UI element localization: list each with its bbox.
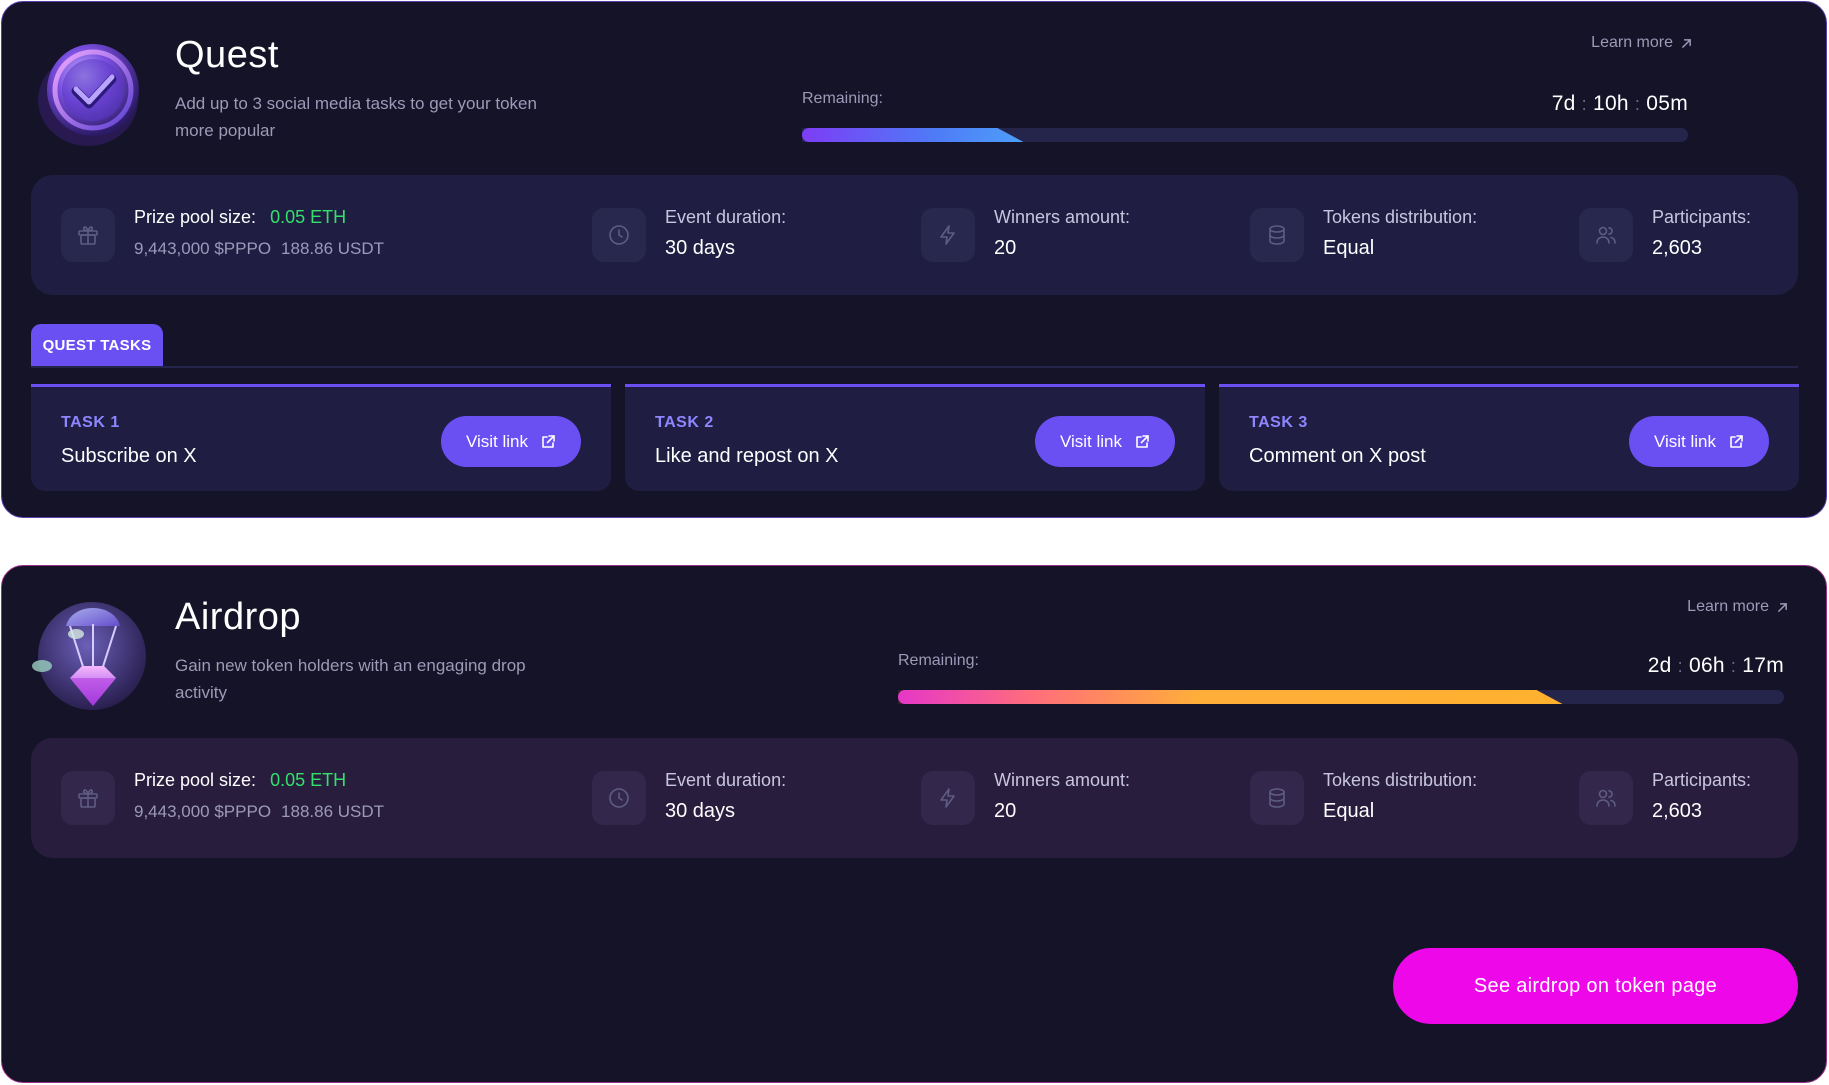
- prize-label: Prize pool size:: [134, 207, 257, 227]
- task-label: TASK 2: [655, 414, 714, 431]
- learn-more-link[interactable]: Learn more: [1591, 34, 1692, 52]
- arrow-up-right-icon: [1778, 602, 1787, 612]
- task-label: TASK 3: [1249, 414, 1308, 431]
- task-card: TASK 1 Subscribe on X Visit link: [31, 384, 611, 491]
- progress-track: [802, 128, 1688, 142]
- stat-prize-pool: Prize pool size: 0.05 ETH 9,443,000 $PPPO…: [61, 768, 384, 825]
- timer-minutes: 17m: [1742, 654, 1784, 677]
- parachute-gem-icon: [32, 602, 146, 710]
- progress-fill: [802, 128, 1024, 142]
- progress-fill: [898, 690, 1563, 704]
- gift-icon: [61, 208, 115, 262]
- learn-more-label: Learn more: [1687, 598, 1769, 615]
- stat-winners: Winners amount: 20: [921, 205, 1130, 262]
- duration-value: 30 days: [665, 237, 736, 259]
- timer-days: 2d: [1647, 654, 1672, 677]
- stats-panel: Prize pool size: 0.05 ETH 9,443,000 $PPPO…: [31, 738, 1798, 858]
- tab-quest-tasks[interactable]: QUEST TASKS: [31, 324, 163, 366]
- prize-eth: 0.05 ETH: [270, 770, 347, 790]
- winners-value: 20: [994, 237, 1017, 259]
- timer-hours: 06h: [1688, 654, 1725, 677]
- visit-link-button[interactable]: Visit link: [441, 416, 581, 467]
- card-title: Airdrop: [175, 596, 301, 638]
- visit-link-label: Visit link: [465, 431, 529, 451]
- stat-duration: Event duration: 30 days: [592, 768, 786, 825]
- prize-usdt: 188.86 USDT: [281, 239, 385, 258]
- database-icon: [1250, 208, 1304, 262]
- check-badge-icon: [38, 44, 139, 146]
- prize-usdt: 188.86 USDT: [281, 802, 385, 821]
- winners-value: 20: [994, 800, 1017, 822]
- timer-hours: 10h: [1592, 92, 1629, 115]
- users-icon: [1579, 208, 1633, 262]
- gift-icon: [61, 771, 115, 825]
- task-card: TASK 2 Like and repost on X Visit link: [625, 384, 1205, 491]
- winners-label: Winners amount:: [994, 207, 1131, 227]
- duration-label: Event duration:: [665, 207, 787, 227]
- visit-link-label: Visit link: [1653, 431, 1717, 451]
- stat-duration: Event duration: 30 days: [592, 205, 786, 262]
- stat-prize-pool: Prize pool size: 0.05 ETH 9,443,000 $PPPO…: [61, 205, 384, 262]
- users-icon: [1579, 771, 1633, 825]
- winners-label: Winners amount:: [994, 770, 1131, 790]
- external-link-icon: [1730, 434, 1743, 448]
- stat-participants: Participants: 2,603: [1579, 768, 1751, 825]
- lightning-icon: [921, 208, 975, 262]
- timer-minutes: 05m: [1646, 92, 1688, 115]
- clock-icon: [592, 208, 646, 262]
- stat-participants: Participants: 2,603: [1579, 205, 1751, 262]
- visit-link-button[interactable]: Visit link: [1035, 416, 1175, 467]
- card-subtitle: Gain new token holders with an engaging …: [175, 656, 526, 702]
- duration-value: 30 days: [665, 800, 736, 822]
- duration-label: Event duration:: [665, 770, 787, 790]
- stats-panel: Prize pool size: 0.05 ETH 9,443,000 $PPPO…: [31, 175, 1798, 295]
- prize-token: 9,443,000 $PPPO: [134, 802, 272, 821]
- task-text: Like and repost on X: [655, 445, 839, 467]
- arrow-up-right-icon: [1682, 38, 1691, 48]
- external-link-icon: [1136, 434, 1149, 448]
- see-airdrop-button[interactable]: See airdrop on token page: [1393, 948, 1798, 1024]
- prize-label: Prize pool size:: [134, 770, 257, 790]
- stat-distribution: Tokens distribution: Equal: [1250, 205, 1477, 262]
- prize-eth: 0.05 ETH: [270, 207, 347, 227]
- remaining-section: Remaining: 2d:06h:17m: [898, 652, 1784, 704]
- database-icon: [1250, 771, 1304, 825]
- visit-link-button[interactable]: Visit link: [1629, 416, 1769, 467]
- task-text: Comment on X post: [1249, 445, 1426, 467]
- distribution-value: Equal: [1323, 800, 1375, 822]
- learn-more-label: Learn more: [1591, 34, 1673, 51]
- quest-card: Quest Add up to 3 social media tasks to …: [1, 1, 1827, 518]
- card-title: Quest: [175, 34, 279, 76]
- stat-distribution: Tokens distribution: Equal: [1250, 768, 1477, 825]
- countdown-timer: 2d:06h:17m: [1647, 654, 1784, 677]
- remaining-section: Remaining: 7d:10h:05m: [802, 90, 1688, 142]
- timer-days: 7d: [1551, 92, 1576, 115]
- participants-value: 2,603: [1652, 800, 1703, 822]
- tabs-divider: [31, 366, 1798, 368]
- task-text: Subscribe on X: [61, 445, 197, 467]
- prize-token: 9,443,000 $PPPO: [134, 239, 272, 258]
- visit-link-label: Visit link: [1059, 431, 1123, 451]
- card-subtitle: Add up to 3 social media tasks to get yo…: [175, 94, 537, 140]
- learn-more-link[interactable]: Learn more: [1687, 598, 1788, 616]
- progress-track: [898, 690, 1784, 704]
- task-card: TASK 3 Comment on X post Visit link: [1219, 384, 1799, 491]
- distribution-value: Equal: [1323, 237, 1375, 259]
- task-label: TASK 1: [61, 414, 120, 431]
- countdown-timer: 7d:10h:05m: [1551, 92, 1688, 115]
- external-link-icon: [542, 434, 555, 448]
- clock-icon: [592, 771, 646, 825]
- stat-winners: Winners amount: 20: [921, 768, 1130, 825]
- lightning-icon: [921, 771, 975, 825]
- participants-label: Participants:: [1652, 770, 1752, 790]
- distribution-label: Tokens distribution:: [1323, 770, 1478, 790]
- distribution-label: Tokens distribution:: [1323, 207, 1478, 227]
- participants-label: Participants:: [1652, 207, 1752, 227]
- participants-value: 2,603: [1652, 237, 1703, 259]
